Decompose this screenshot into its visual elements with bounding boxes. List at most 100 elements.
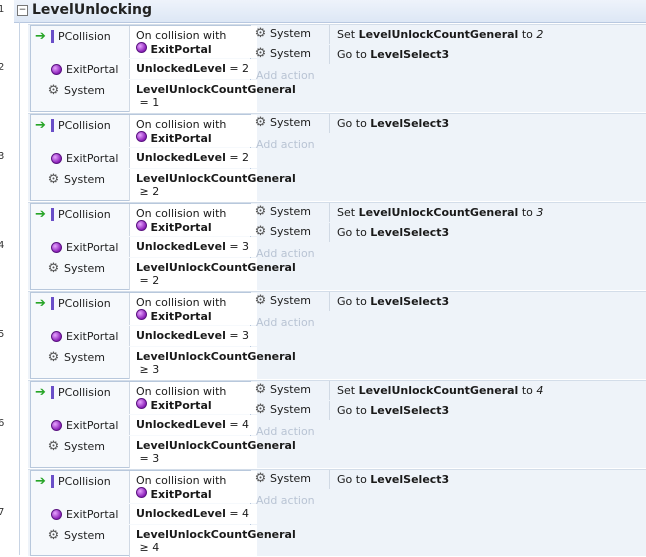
- line-number: 4: [0, 240, 5, 251]
- condition-object: ExitPortal: [66, 240, 119, 254]
- condition-text: On collision with: [136, 29, 227, 42]
- trigger-arrow-icon: ➔: [35, 28, 46, 44]
- event-block[interactable]: ➔ PCollision On collision with ExitPortal…: [28, 202, 646, 290]
- collapse-toggle-icon[interactable]: −: [17, 5, 28, 16]
- action-row[interactable]: ⚙ System Set LevelUnlockCountGeneral to 4: [252, 381, 646, 400]
- action-mid: to: [521, 28, 533, 41]
- condition-operator: = 4: [229, 418, 250, 431]
- exitportal-icon: [51, 330, 62, 342]
- condition-variable: UnlockedLevel: [136, 151, 226, 164]
- action-target: LevelSelect3: [370, 295, 450, 308]
- event-group-header[interactable]: − LevelUnlocking: [14, 0, 646, 23]
- condition-row[interactable]: ExitPortal UnlockedLevel = 2: [31, 148, 257, 168]
- condition-row[interactable]: ExitPortal UnlockedLevel = 3: [31, 326, 257, 346]
- condition-row[interactable]: ⚙ System LevelUnlockCountGeneral ≥ 3: [31, 347, 296, 379]
- conditions-block[interactable]: ➔ PCollision On collision with ExitPortal…: [30, 203, 296, 290]
- action-mid: to: [521, 206, 533, 219]
- action-row[interactable]: ⚙ System Set LevelUnlockCountGeneral to 2: [252, 25, 646, 44]
- condition-object: PCollision: [58, 385, 111, 399]
- condition-variable: LevelUnlockCountGeneral: [136, 350, 296, 363]
- condition-object: PCollision: [58, 474, 111, 488]
- condition-object: ExitPortal: [66, 507, 119, 521]
- action-verb: Go to: [337, 473, 367, 486]
- group-title: LevelUnlocking: [32, 2, 152, 18]
- add-action-link[interactable]: Add action: [256, 138, 315, 151]
- conditions-block[interactable]: ➔ PCollision On collision with ExitPortal…: [30, 114, 296, 201]
- condition-row[interactable]: ➔ PCollision On collision with ExitPortal: [31, 471, 257, 503]
- conditions-block[interactable]: ➔ PCollision On collision with ExitPortal…: [30, 470, 296, 557]
- condition-row[interactable]: ⚙ System LevelUnlockCountGeneral ≥ 2: [31, 169, 296, 201]
- conditions-block[interactable]: ➔ PCollision On collision with ExitPortal…: [30, 292, 296, 379]
- condition-row[interactable]: ➔ PCollision On collision with ExitPortal: [31, 293, 257, 325]
- event-block[interactable]: ➔ PCollision On collision with ExitPortal…: [28, 113, 646, 201]
- exitportal-icon: [51, 152, 62, 164]
- add-action-link[interactable]: Add action: [256, 494, 315, 507]
- exitportal-icon: [136, 131, 147, 142]
- conditions-block[interactable]: ➔ PCollision On collision with ExitPortal…: [30, 381, 296, 468]
- exitportal-icon: [136, 220, 147, 231]
- condition-target: ExitPortal: [150, 399, 212, 412]
- condition-target: ExitPortal: [150, 43, 212, 56]
- condition-row[interactable]: ExitPortal UnlockedLevel = 4: [31, 504, 257, 524]
- trigger-arrow-icon: ➔: [35, 117, 46, 133]
- condition-row[interactable]: ExitPortal UnlockedLevel = 4: [31, 415, 257, 435]
- exitportal-icon: [136, 42, 147, 53]
- action-row[interactable]: ⚙ System Go to LevelSelect3: [252, 401, 646, 420]
- exitportal-icon: [136, 309, 147, 320]
- add-action-link[interactable]: Add action: [256, 425, 315, 438]
- condition-target: ExitPortal: [150, 132, 212, 145]
- event-block[interactable]: ➔ PCollision On collision with ExitPortal…: [28, 469, 646, 557]
- action-value: 3: [536, 206, 544, 219]
- action-row[interactable]: ⚙ System Set LevelUnlockCountGeneral to 3: [252, 203, 646, 222]
- condition-object: ExitPortal: [66, 151, 119, 165]
- exitportal-icon: [51, 63, 62, 75]
- condition-target: ExitPortal: [150, 310, 212, 323]
- action-object: System: [270, 205, 312, 218]
- event-block[interactable]: ➔ PCollision On collision with ExitPortal…: [28, 24, 646, 112]
- action-object: System: [270, 225, 312, 238]
- add-action-link[interactable]: Add action: [256, 316, 315, 329]
- condition-row[interactable]: ➔ PCollision On collision with ExitPortal: [31, 26, 257, 58]
- pcollision-icon: [51, 474, 54, 488]
- action-target: LevelSelect3: [370, 48, 450, 61]
- condition-variable: LevelUnlockCountGeneral: [136, 172, 296, 185]
- condition-row[interactable]: ⚙ System LevelUnlockCountGeneral ≥ 4: [31, 525, 296, 557]
- action-row[interactable]: ⚙ System Go to LevelSelect3: [252, 470, 646, 489]
- action-row[interactable]: ⚙ System Go to LevelSelect3: [252, 292, 646, 311]
- pcollision-icon: [51, 296, 54, 310]
- condition-row[interactable]: ⚙ System LevelUnlockCountGeneral = 3: [31, 436, 296, 468]
- action-target: LevelSelect3: [370, 117, 450, 130]
- line-number: 5: [0, 329, 5, 340]
- action-row[interactable]: ⚙ System Go to LevelSelect3: [252, 45, 646, 64]
- system-gear-icon: ⚙: [47, 438, 60, 454]
- system-gear-icon: ⚙: [47, 171, 60, 187]
- conditions-block[interactable]: ➔ PCollision On collision with ExitPortal…: [30, 25, 296, 112]
- action-target: LevelUnlockCountGeneral: [358, 384, 519, 397]
- condition-target: ExitPortal: [150, 221, 212, 234]
- action-object: System: [270, 116, 312, 129]
- line-number-gutter: 1 2 3 4 5 6 7: [0, 0, 7, 555]
- add-action-link[interactable]: Add action: [256, 69, 315, 82]
- action-row[interactable]: ⚙ System Go to LevelSelect3: [252, 114, 646, 133]
- add-action-link[interactable]: Add action: [256, 247, 315, 260]
- condition-row[interactable]: ➔ PCollision On collision with ExitPortal: [31, 382, 257, 414]
- action-verb: Go to: [337, 48, 367, 61]
- system-gear-icon: ⚙: [47, 82, 60, 98]
- action-object: System: [270, 294, 312, 307]
- condition-text: On collision with: [136, 118, 227, 131]
- condition-row[interactable]: ➔ PCollision On collision with ExitPortal: [31, 115, 257, 147]
- system-gear-icon: ⚙: [254, 471, 267, 486]
- condition-object: PCollision: [58, 29, 111, 43]
- condition-row[interactable]: ➔ PCollision On collision with ExitPortal: [31, 204, 257, 236]
- condition-row[interactable]: ⚙ System LevelUnlockCountGeneral = 2: [31, 258, 296, 290]
- condition-object: ExitPortal: [66, 418, 119, 432]
- condition-row[interactable]: ExitPortal UnlockedLevel = 3: [31, 237, 257, 257]
- condition-row[interactable]: ExitPortal UnlockedLevel = 2: [31, 59, 257, 79]
- action-row[interactable]: ⚙ System Go to LevelSelect3: [252, 223, 646, 242]
- condition-operator: = 3: [229, 240, 250, 253]
- condition-text: On collision with: [136, 385, 227, 398]
- event-block[interactable]: ➔ PCollision On collision with ExitPortal…: [28, 380, 646, 468]
- pcollision-icon: [51, 118, 54, 132]
- condition-row[interactable]: ⚙ System LevelUnlockCountGeneral = 1: [31, 80, 296, 112]
- event-block[interactable]: ➔ PCollision On collision with ExitPortal…: [28, 291, 646, 379]
